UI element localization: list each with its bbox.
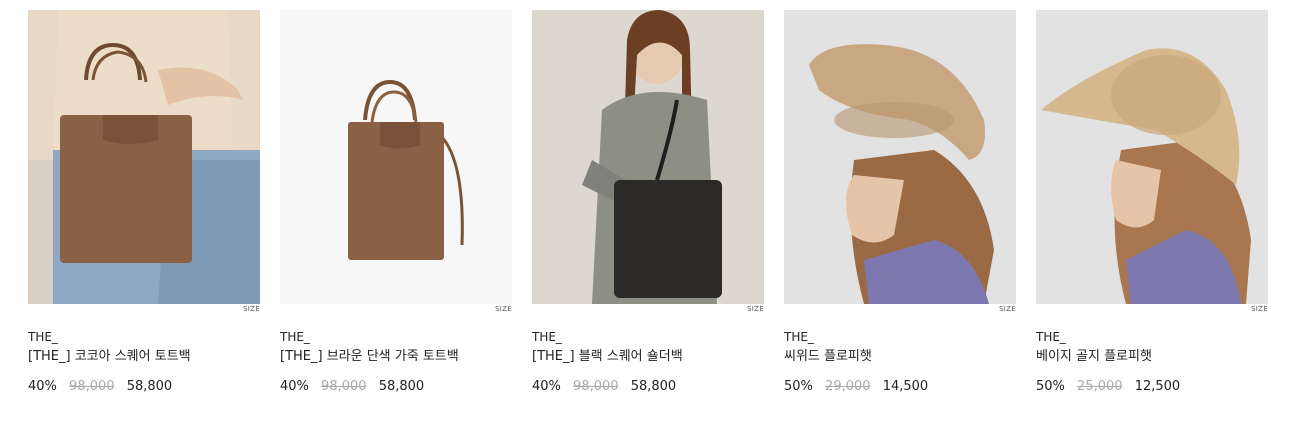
- product-name[interactable]: [THE_] 코코아 스퀘어 토트백: [28, 349, 260, 365]
- product-card[interactable]: SIZE THE_ 베이지 골지 플로피햇 50% 25,000 12,500: [1036, 10, 1268, 395]
- sale-price: 58,800: [630, 379, 677, 394]
- product-card[interactable]: SIZE THE_ [THE_] 브라운 단색 가죽 토트백 40% 98,00…: [280, 10, 512, 395]
- original-price: 98,000: [573, 379, 619, 394]
- original-price: 29,000: [825, 379, 871, 394]
- discount-rate: 50%: [784, 379, 813, 394]
- discount-rate: 40%: [532, 379, 561, 394]
- price-row: 50% 29,000 14,500: [784, 379, 1016, 395]
- photo-person-holding-brown-tote: [28, 10, 260, 304]
- photo-model-straw-floppy-hat: [784, 10, 1016, 304]
- sale-price: 58,800: [378, 379, 425, 394]
- photo-brown-tote-on-white: [280, 10, 512, 304]
- product-name[interactable]: 씨위드 플로피햇: [784, 349, 1016, 365]
- product-name[interactable]: 베이지 골지 플로피햇: [1036, 349, 1268, 365]
- size-label: SIZE: [243, 305, 260, 313]
- discount-rate: 50%: [1036, 379, 1065, 394]
- photo-model-black-shoulder-bag: [532, 10, 764, 304]
- sale-price: 58,800: [126, 379, 173, 394]
- product-card[interactable]: SIZE THE_ [THE_] 코코아 스퀘어 토트백 40% 98,000 …: [28, 10, 260, 395]
- photo-model-beige-floppy-hat: [1036, 10, 1268, 304]
- sale-price: 14,500: [882, 379, 929, 394]
- original-price: 98,000: [69, 379, 115, 394]
- product-brand: THE_: [28, 330, 58, 344]
- size-label: SIZE: [1251, 305, 1268, 313]
- product-image-cocoa-tote[interactable]: [28, 10, 260, 304]
- discount-rate: 40%: [280, 379, 309, 394]
- product-brand: THE_: [784, 330, 814, 344]
- product-grid: SIZE THE_ [THE_] 코코아 스퀘어 토트백 40% 98,000 …: [0, 0, 1292, 436]
- product-brand: THE_: [532, 330, 562, 344]
- product-name[interactable]: [THE_] 블랙 스퀘어 숄더백: [532, 349, 764, 365]
- product-image-black-shoulder-bag[interactable]: [532, 10, 764, 304]
- price-row: 40% 98,000 58,800: [280, 379, 512, 395]
- original-price: 25,000: [1077, 379, 1123, 394]
- sale-price: 12,500: [1134, 379, 1181, 394]
- product-card[interactable]: SIZE THE_ 씨위드 플로피햇 50% 29,000 14,500: [784, 10, 1016, 395]
- product-image-brown-leather-tote[interactable]: [280, 10, 512, 304]
- product-name[interactable]: [THE_] 브라운 단색 가죽 토트백: [280, 349, 512, 365]
- product-image-beige-ribbed-floppy-hat[interactable]: [1036, 10, 1268, 304]
- price-row: 40% 98,000 58,800: [532, 379, 764, 395]
- product-card[interactable]: SIZE THE_ [THE_] 블랙 스퀘어 숄더백 40% 98,000 5…: [532, 10, 764, 395]
- size-label: SIZE: [495, 305, 512, 313]
- product-brand: THE_: [280, 330, 310, 344]
- size-label: SIZE: [747, 305, 764, 313]
- price-row: 40% 98,000 58,800: [28, 379, 260, 395]
- product-image-seaweed-floppy-hat[interactable]: [784, 10, 1016, 304]
- original-price: 98,000: [321, 379, 367, 394]
- discount-rate: 40%: [28, 379, 57, 394]
- product-brand: THE_: [1036, 330, 1066, 344]
- price-row: 50% 25,000 12,500: [1036, 379, 1268, 395]
- size-label: SIZE: [999, 305, 1016, 313]
